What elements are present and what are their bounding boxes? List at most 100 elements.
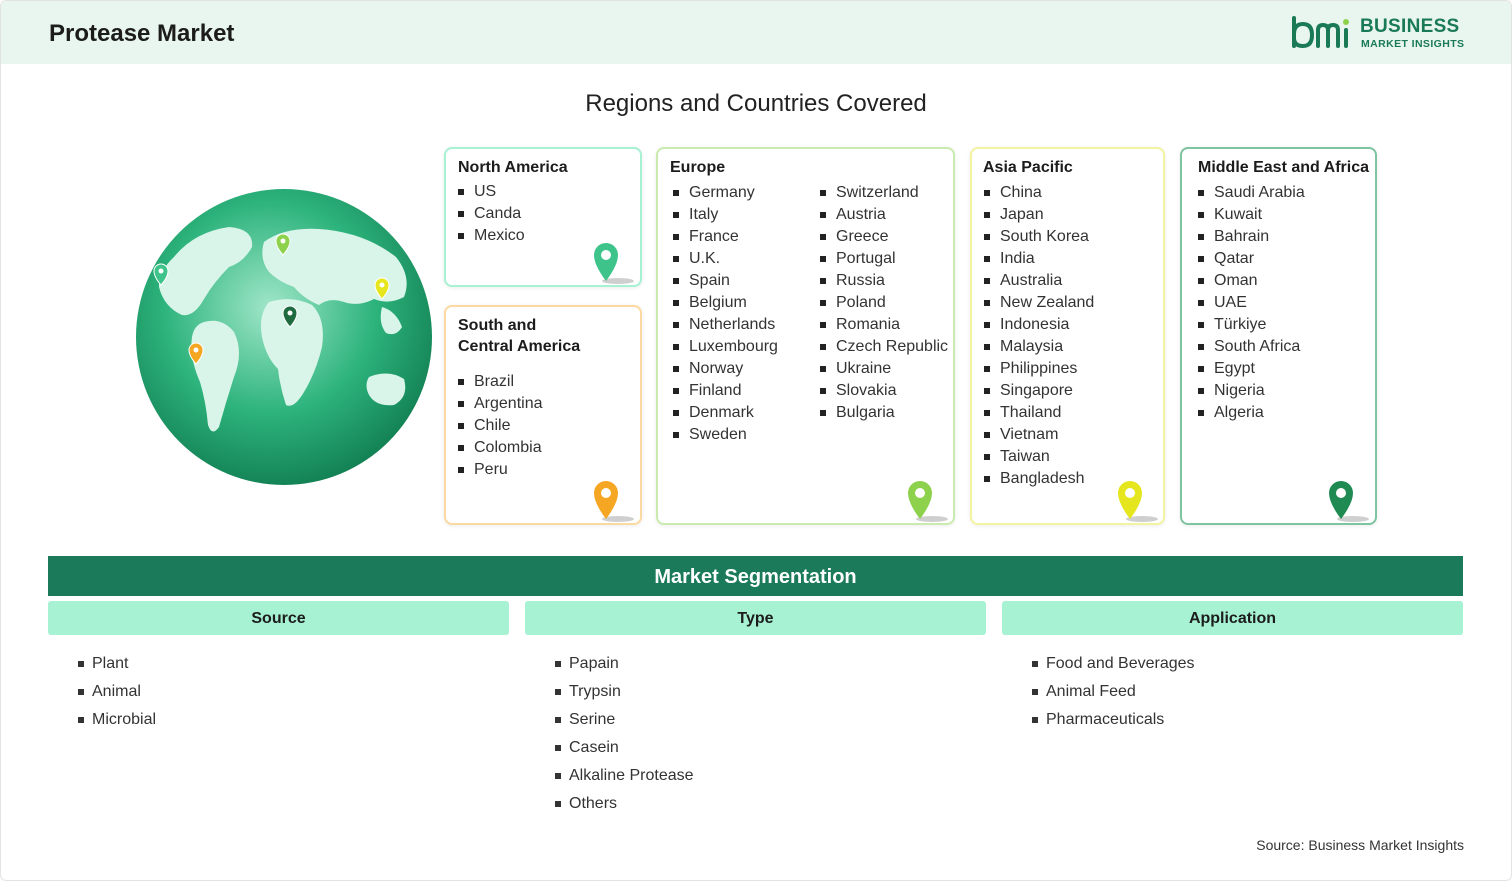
list-item: Italy (673, 204, 778, 226)
region-title: Asia Pacific (983, 159, 1073, 176)
region-card-north-america: North America US Canda Mexico (444, 147, 642, 287)
list-item: Mexico (458, 225, 525, 247)
region-title: Europe (670, 159, 726, 176)
list-item: Türkiye (1198, 314, 1305, 336)
list-item: Germany (673, 182, 778, 204)
list-item: Switzerland (820, 182, 948, 204)
list-item: Casein (555, 737, 694, 765)
segment-list-type: Papain Trypsin Serine Casein Alkaline Pr… (555, 653, 694, 821)
list-item: Canda (458, 203, 525, 225)
list-item: Pharmaceuticals (1032, 709, 1195, 737)
list-item: New Zealand (984, 292, 1094, 314)
region-card-europe: Europe Germany Italy France U.K. Spain B… (656, 147, 955, 525)
list-item: Animal (78, 681, 156, 709)
list-item: Australia (984, 270, 1094, 292)
map-pin-icon (594, 243, 634, 284)
list-item: Finland (673, 380, 778, 402)
region-title: North America (458, 159, 568, 176)
list-item: Peru (458, 459, 543, 481)
list-item: Norway (673, 358, 778, 380)
page-title: Protease Market (49, 20, 235, 47)
list-item: US (458, 181, 525, 203)
list-item: Malaysia (984, 336, 1094, 358)
logo-text-market-insights: MARKET INSIGHTS (1361, 38, 1465, 50)
list-item: Algeria (1198, 402, 1305, 424)
list-item: Poland (820, 292, 948, 314)
list-item: Russia (820, 270, 948, 292)
list-item: Ukraine (820, 358, 948, 380)
region-title: Middle East and Africa (1198, 159, 1369, 176)
region-title: South and Central America (458, 317, 581, 355)
list-item: Sweden (673, 424, 778, 446)
company-logo: BUSINESS MARKET INSIGHTS (1290, 14, 1470, 52)
list-item: Nigeria (1198, 380, 1305, 402)
country-list-column-2: Switzerland Austria Greece Portugal Russ… (820, 182, 948, 424)
list-item: Animal Feed (1032, 681, 1195, 709)
country-list: Brazil Argentina Chile Colombia Peru (458, 371, 543, 481)
list-item: Portugal (820, 248, 948, 270)
list-item: Microbial (78, 709, 156, 737)
map-pin-icon (594, 481, 634, 522)
list-item: Netherlands (673, 314, 778, 336)
list-item: Singapore (984, 380, 1094, 402)
list-item: Indonesia (984, 314, 1094, 336)
region-card-middle-east-africa: Middle East and Africa Saudi Arabia Kuwa… (1180, 147, 1377, 525)
list-item: Thailand (984, 402, 1094, 424)
list-item: Kuwait (1198, 204, 1305, 226)
list-item: Argentina (458, 393, 543, 415)
list-item: South Korea (984, 226, 1094, 248)
list-item: Food and Beverages (1032, 653, 1195, 681)
header-bar: Protease Market (1, 1, 1511, 64)
list-item: Slovakia (820, 380, 948, 402)
list-item: Serine (555, 709, 694, 737)
country-list-column-1: Germany Italy France U.K. Spain Belgium … (673, 182, 778, 446)
list-item: Qatar (1198, 248, 1305, 270)
list-item: UAE (1198, 292, 1305, 314)
list-item: Spain (673, 270, 778, 292)
country-list: Saudi Arabia Kuwait Bahrain Qatar Oman U… (1198, 182, 1305, 424)
region-card-asia-pacific: Asia Pacific China Japan South Korea Ind… (970, 147, 1165, 525)
map-pin-icon (1329, 481, 1369, 522)
map-pin-icon (1118, 481, 1158, 522)
bmi-logo-icon (1292, 16, 1349, 49)
list-item: Egypt (1198, 358, 1305, 380)
list-item: South Africa (1198, 336, 1305, 358)
segment-header-type: Type (525, 601, 986, 635)
source-note: Source: Business Market Insights (1256, 837, 1464, 853)
segment-list-source: Plant Animal Microbial (78, 653, 156, 737)
segmentation-banner: Market Segmentation (48, 556, 1463, 596)
list-item: Vietnam (984, 424, 1094, 446)
list-item: Oman (1198, 270, 1305, 292)
country-list: China Japan South Korea India Australia … (984, 182, 1094, 490)
list-item: Papain (555, 653, 694, 681)
country-list: US Canda Mexico (458, 181, 525, 247)
globe-icon (136, 189, 432, 485)
list-item: Plant (78, 653, 156, 681)
list-item: Trypsin (555, 681, 694, 709)
list-item: Austria (820, 204, 948, 226)
list-item: India (984, 248, 1094, 270)
list-item: Czech Republic (820, 336, 948, 358)
list-item: U.K. (673, 248, 778, 270)
list-item: Colombia (458, 437, 543, 459)
list-item: Belgium (673, 292, 778, 314)
segment-header-source: Source (48, 601, 509, 635)
list-item: Japan (984, 204, 1094, 226)
list-item: Bulgaria (820, 402, 948, 424)
list-item: China (984, 182, 1094, 204)
list-item: France (673, 226, 778, 248)
map-pin-icon (908, 481, 948, 522)
list-item: Chile (458, 415, 543, 437)
list-item: Bangladesh (984, 468, 1094, 490)
segment-list-application: Food and Beverages Animal Feed Pharmaceu… (1032, 653, 1195, 737)
list-item: Luxembourg (673, 336, 778, 358)
regions-section-title: Regions and Countries Covered (585, 90, 927, 117)
list-item: Taiwan (984, 446, 1094, 468)
list-item: Brazil (458, 371, 543, 393)
list-item: Alkaline Protease (555, 765, 694, 793)
list-item: Philippines (984, 358, 1094, 380)
list-item: Romania (820, 314, 948, 336)
region-card-south-central-america: South and Central America Brazil Argenti… (444, 305, 642, 525)
list-item: Denmark (673, 402, 778, 424)
list-item: Greece (820, 226, 948, 248)
